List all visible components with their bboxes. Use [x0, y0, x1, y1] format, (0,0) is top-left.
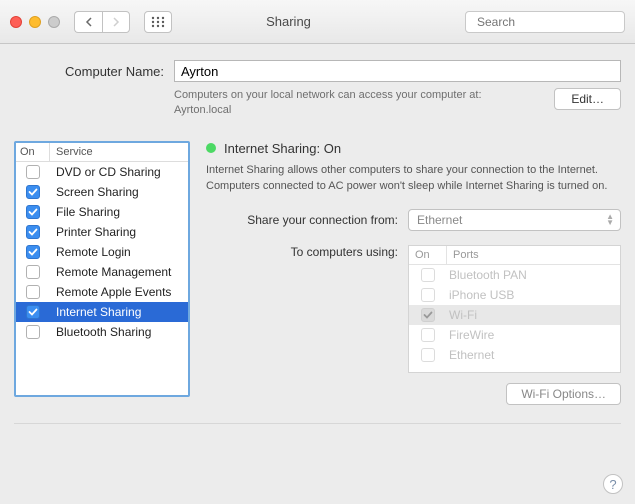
- port-checkbox[interactable]: [421, 348, 435, 362]
- service-row[interactable]: DVD or CD Sharing: [16, 162, 188, 182]
- service-row[interactable]: Remote Login: [16, 242, 188, 262]
- service-row[interactable]: File Sharing: [16, 202, 188, 222]
- port-row[interactable]: Ethernet: [409, 345, 620, 365]
- service-row[interactable]: Remote Management: [16, 262, 188, 282]
- service-checkbox[interactable]: [26, 165, 40, 179]
- edit-button[interactable]: Edit…: [554, 88, 621, 110]
- service-name: Internet Sharing: [50, 305, 141, 319]
- port-name: FireWire: [447, 328, 494, 342]
- traffic-lights: [10, 16, 60, 28]
- service-list-header: On Service: [16, 143, 188, 162]
- service-name: Printer Sharing: [50, 225, 136, 239]
- service-row[interactable]: Screen Sharing: [16, 182, 188, 202]
- port-row[interactable]: FireWire: [409, 325, 620, 345]
- service-checkbox[interactable]: [26, 265, 40, 279]
- service-checkbox[interactable]: [26, 325, 40, 339]
- service-checkbox[interactable]: [26, 185, 40, 199]
- service-name: DVD or CD Sharing: [50, 165, 161, 179]
- minimize-window-button[interactable]: [29, 16, 41, 28]
- port-checkbox[interactable]: [421, 308, 435, 322]
- titlebar: Sharing: [0, 0, 635, 44]
- computer-name-help: Computers on your local network can acce…: [174, 88, 534, 119]
- service-name: Remote Apple Events: [50, 285, 171, 299]
- service-list[interactable]: On Service DVD or CD Sharing Screen Shari…: [14, 141, 190, 397]
- port-checkbox[interactable]: [421, 328, 435, 342]
- ports-header: On Ports: [409, 246, 620, 265]
- port-checkbox[interactable]: [421, 288, 435, 302]
- status-description: Internet Sharing allows other computers …: [206, 163, 621, 195]
- share-from-label: Share your connection from:: [206, 213, 398, 227]
- service-checkbox[interactable]: [26, 205, 40, 219]
- status-title: Internet Sharing: On: [224, 141, 341, 156]
- close-window-button[interactable]: [10, 16, 22, 28]
- detail-panel: Internet Sharing: On Internet Sharing al…: [206, 141, 621, 405]
- service-name: Remote Login: [50, 245, 131, 259]
- port-name: iPhone USB: [447, 288, 514, 302]
- to-computers-label: To computers using:: [206, 245, 398, 373]
- port-name: Wi-Fi: [447, 308, 477, 322]
- port-row[interactable]: Wi-Fi: [409, 305, 620, 325]
- wifi-options-button[interactable]: Wi-Fi Options…: [506, 383, 621, 405]
- port-name: Ethernet: [447, 348, 494, 362]
- service-row[interactable]: Remote Apple Events: [16, 282, 188, 302]
- port-row[interactable]: Bluetooth PAN: [409, 265, 620, 285]
- window-title: Sharing: [120, 14, 457, 29]
- search-field[interactable]: [465, 11, 625, 33]
- service-checkbox[interactable]: [26, 225, 40, 239]
- service-name: Bluetooth Sharing: [50, 325, 151, 339]
- service-name: File Sharing: [50, 205, 120, 219]
- back-button[interactable]: [74, 11, 102, 33]
- service-checkbox[interactable]: [26, 285, 40, 299]
- port-name: Bluetooth PAN: [447, 268, 527, 282]
- service-checkbox[interactable]: [26, 305, 40, 319]
- share-from-select[interactable]: Ethernet ▲▼: [408, 209, 621, 231]
- port-checkbox[interactable]: [421, 268, 435, 282]
- search-input[interactable]: [477, 15, 632, 29]
- zoom-window-button[interactable]: [48, 16, 60, 28]
- computer-name-label: Computer Name:: [14, 64, 164, 79]
- help-button[interactable]: ?: [603, 474, 623, 494]
- port-row[interactable]: iPhone USB: [409, 285, 620, 305]
- service-row[interactable]: Printer Sharing: [16, 222, 188, 242]
- ports-table[interactable]: On Ports Bluetooth PAN iPhone USB Wi-Fi Fir…: [408, 245, 621, 373]
- service-checkbox[interactable]: [26, 245, 40, 259]
- computer-name-input[interactable]: [174, 60, 621, 82]
- chevron-updown-icon: ▲▼: [606, 214, 614, 226]
- service-row[interactable]: Bluetooth Sharing: [16, 322, 188, 342]
- service-name: Screen Sharing: [50, 185, 139, 199]
- status-indicator-icon: [206, 143, 216, 153]
- service-name: Remote Management: [50, 265, 171, 279]
- service-row[interactable]: Internet Sharing: [16, 302, 188, 322]
